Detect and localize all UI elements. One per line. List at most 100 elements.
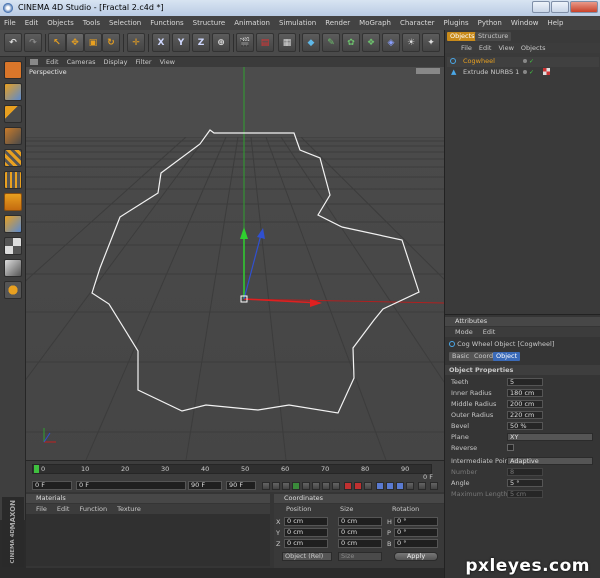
pla-key-icon[interactable] <box>418 482 426 490</box>
redo-icon[interactable]: ↷ <box>24 33 42 52</box>
inner-radius-field[interactable]: 180 cm <box>507 389 543 397</box>
attributes-menu-mode[interactable]: Mode <box>455 328 473 336</box>
timeline-options-icon[interactable] <box>430 482 438 490</box>
menu-functions[interactable]: Functions <box>150 19 183 27</box>
rotation-key-icon[interactable] <box>396 482 404 490</box>
reverse-checkbox[interactable] <box>507 444 514 451</box>
material-tag-icon[interactable] <box>543 68 550 75</box>
uv-mode-icon[interactable] <box>4 215 22 233</box>
menu-tools[interactable]: Tools <box>83 19 100 27</box>
position-y-field[interactable]: 0 cm <box>284 528 328 537</box>
materials-menu-edit[interactable]: Edit <box>57 505 70 513</box>
tab-objects[interactable]: Objects <box>447 32 478 41</box>
keyframe-selection-icon[interactable] <box>364 482 372 490</box>
end-frame-field[interactable]: 90 F <box>226 481 256 490</box>
maximize-button[interactable] <box>551 1 569 13</box>
play-icon[interactable] <box>292 482 300 490</box>
menu-animation[interactable]: Animation <box>234 19 270 27</box>
y-axis-lock-icon[interactable]: Y <box>172 33 190 52</box>
viewport-nav-icon[interactable] <box>30 59 38 65</box>
visibility-dot[interactable] <box>523 59 527 63</box>
menu-file[interactable]: File <box>4 19 16 27</box>
nurbs-icon[interactable]: ✿ <box>342 33 360 52</box>
snap-icon[interactable] <box>4 259 22 277</box>
rotation-b-field[interactable]: 0 ° <box>394 539 438 548</box>
menu-mograph[interactable]: MoGraph <box>359 19 391 27</box>
prev-key-icon[interactable] <box>272 482 280 490</box>
viewport-menu-edit[interactable]: Edit <box>46 58 59 66</box>
timeline-ruler[interactable]: 0 10 20 30 40 50 60 70 80 90 <box>32 464 432 474</box>
minimize-button[interactable] <box>532 1 550 13</box>
intermediate-points-dropdown[interactable]: Adaptive <box>507 457 593 465</box>
loop-icon[interactable] <box>332 482 340 490</box>
object-row-cogwheel[interactable]: Cogwheel ✓ <box>447 57 599 67</box>
objects-menu-file[interactable]: File <box>461 44 472 52</box>
polygons-mode-icon[interactable] <box>4 193 22 211</box>
sculpt-icon[interactable] <box>4 281 22 299</box>
size-mode-dropdown[interactable]: Size <box>338 552 382 561</box>
materials-menu-texture[interactable]: Texture <box>117 505 141 513</box>
objects-menu-objects[interactable]: Objects <box>521 44 546 52</box>
position-x-field[interactable]: 0 cm <box>284 517 328 526</box>
teeth-field[interactable]: 5 <box>507 378 543 386</box>
menu-python[interactable]: Python <box>478 19 502 27</box>
menu-window[interactable]: Window <box>511 19 539 27</box>
perspective-viewport[interactable]: Perspective <box>26 67 444 460</box>
points-mode-icon[interactable] <box>4 149 22 167</box>
scale-key-icon[interactable] <box>386 482 394 490</box>
menu-selection[interactable]: Selection <box>109 19 141 27</box>
next-frame-icon[interactable] <box>302 482 310 490</box>
rotation-p-field[interactable]: 0 ° <box>394 528 438 537</box>
outer-radius-field[interactable]: 220 cm <box>507 411 543 419</box>
playhead[interactable] <box>34 465 39 473</box>
scale-tool-icon[interactable]: ▣ <box>84 33 102 52</box>
menu-help[interactable]: Help <box>547 19 563 27</box>
number-field[interactable]: 8 <box>507 468 543 476</box>
apply-button[interactable]: Apply <box>394 552 438 561</box>
goto-start-icon[interactable] <box>262 482 270 490</box>
autokey-icon[interactable] <box>354 482 362 490</box>
menu-render[interactable]: Render <box>325 19 350 27</box>
visibility-dot[interactable] <box>523 70 527 74</box>
max-frame-field[interactable]: 90 F <box>188 481 222 490</box>
pen-spline-icon[interactable]: ✎ <box>322 33 340 52</box>
render-picture-viewer-icon[interactable]: ▤ <box>256 33 274 52</box>
menu-edit[interactable]: Edit <box>25 19 39 27</box>
model-mode-icon[interactable] <box>4 61 22 79</box>
position-z-field[interactable]: 0 cm <box>284 539 328 548</box>
viewport-nav-controls[interactable] <box>416 68 440 74</box>
viewport-menu-cameras[interactable]: Cameras <box>67 58 96 66</box>
rotate-tool-icon[interactable]: ↻ <box>102 33 120 52</box>
recent-tools-icon[interactable]: ✛ <box>127 33 145 52</box>
viewport-menu-filter[interactable]: Filter <box>135 58 151 66</box>
enabled-check-icon[interactable]: ✓ <box>529 69 534 76</box>
scene-icon[interactable]: ☀ <box>402 33 420 52</box>
viewport-menu-view[interactable]: View <box>160 58 175 66</box>
size-x-field[interactable]: 0 cm <box>338 517 382 526</box>
materials-area[interactable] <box>26 514 270 566</box>
object-row-extrude[interactable]: ▲ Extrude NURBS 1 ✓ <box>447 68 599 78</box>
menu-plugins[interactable]: Plugins <box>444 19 469 27</box>
menu-character[interactable]: Character <box>400 19 435 27</box>
tab-object[interactable]: Object <box>493 352 521 361</box>
prev-frame-icon[interactable] <box>282 482 290 490</box>
object-mode-icon[interactable] <box>4 83 22 101</box>
tab-structure[interactable]: Structure <box>475 32 512 41</box>
undo-icon[interactable]: ↶ <box>4 33 22 52</box>
render-settings-icon[interactable]: ▦ <box>278 33 296 52</box>
size-y-field[interactable]: 0 cm <box>338 528 382 537</box>
coordinate-system-icon[interactable]: ⊕ <box>212 33 230 52</box>
menu-simulation[interactable]: Simulation <box>279 19 316 27</box>
objects-menu-view[interactable]: View <box>498 44 513 52</box>
rotation-h-field[interactable]: 0 ° <box>394 517 438 526</box>
array-icon[interactable]: ❖ <box>362 33 380 52</box>
objects-menu-edit[interactable]: Edit <box>479 44 492 52</box>
attributes-menu-edit[interactable]: Edit <box>483 328 496 336</box>
position-key-icon[interactable] <box>376 482 384 490</box>
next-key-icon[interactable] <box>312 482 320 490</box>
menu-structure[interactable]: Structure <box>193 19 226 27</box>
start-frame-field[interactable]: 0 F <box>32 481 72 490</box>
checker-icon[interactable] <box>4 237 22 255</box>
materials-menu-file[interactable]: File <box>36 505 47 513</box>
parameter-key-icon[interactable] <box>406 482 414 490</box>
